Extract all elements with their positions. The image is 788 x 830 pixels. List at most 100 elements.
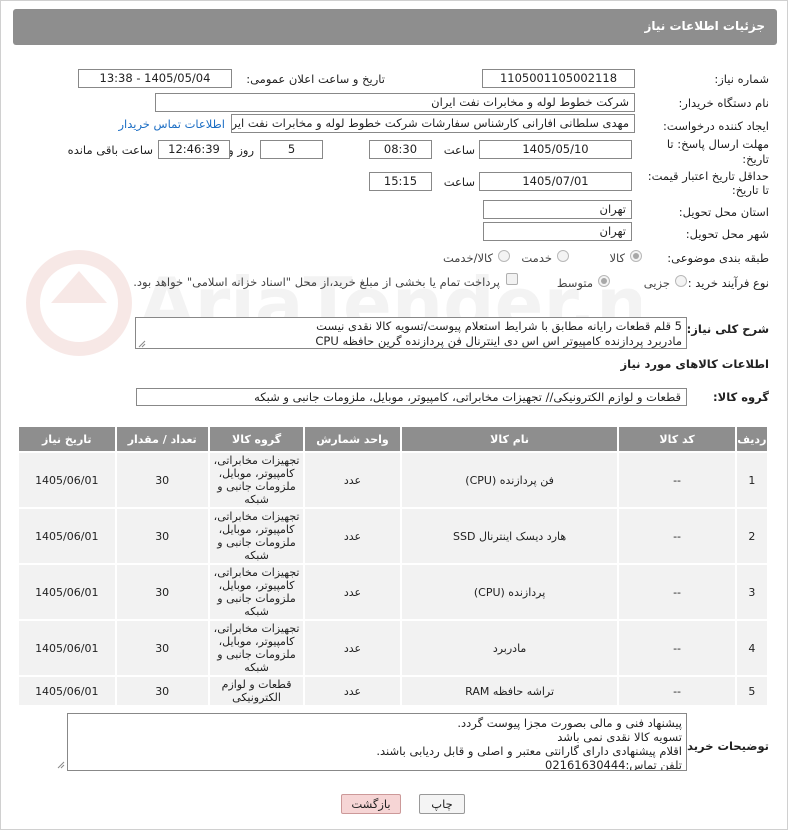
province-field: تهران xyxy=(483,200,632,219)
cell-date: 1405/06/01 xyxy=(17,563,117,621)
cell-date: 1405/06/01 xyxy=(17,507,117,565)
process-minor-text: جزیی xyxy=(643,276,670,290)
remaining-time-label: ساعت باقی مانده xyxy=(67,143,153,157)
cell-qty: 30 xyxy=(114,507,210,565)
cell-index: 3 xyxy=(734,563,770,621)
category-service-text: خدمت xyxy=(521,251,552,265)
description-box[interactable]: 5 قلم قطعات رایانه مطابق با شرایط استعلا… xyxy=(135,317,687,349)
goods-group-label: گروه کالا: xyxy=(713,390,769,404)
cell-date: 1405/06/01 xyxy=(17,675,117,707)
send-time-field: 08:30 xyxy=(369,140,432,159)
notes-resize-grip-icon[interactable] xyxy=(57,761,65,769)
cell-qty: 30 xyxy=(114,563,210,621)
cell-unit: عدد xyxy=(303,619,402,677)
category-label: طبقه بندی موضوعی: xyxy=(667,251,769,265)
col-header-unit: واحد شمارش xyxy=(303,425,402,453)
buyer-org-field: شرکت خطوط لوله و مخابرات نفت ایران xyxy=(155,93,635,112)
buyer-org-label: نام دستگاه خریدار: xyxy=(678,96,769,110)
days-field: 5 xyxy=(260,140,323,159)
category-goods-radio[interactable] xyxy=(630,250,642,262)
cell-group: تجهیزات مخابراتی، کامپیوتر، موبایل، ملزو… xyxy=(207,507,306,565)
page-title: جزئیات اطلاعات نیاز xyxy=(644,19,765,33)
cell-index: 1 xyxy=(734,451,770,509)
col-header-code: کد کالا xyxy=(617,425,737,453)
cell-name: هارد دیسک اینترنال SSD xyxy=(399,507,620,565)
remaining-time-field: 12:46:39 xyxy=(158,140,230,159)
buyer-notes-line-1: پیشنهاد فنی و مالی بصورت مجزا پیوست گردد… xyxy=(457,716,682,730)
page-frame: جزئیات اطلاعات نیاز AriaTender.net شماره… xyxy=(0,0,788,830)
cell-group: قطعات و لوازم الکترونیکی xyxy=(207,675,306,707)
goods-info-title: اطلاعات کالاهای مورد نیاز xyxy=(620,357,769,371)
description-line-2: مادربرد پردازنده کامپیوتر اس اس دی اینتر… xyxy=(315,334,682,348)
back-button[interactable]: بازگشت xyxy=(341,794,401,814)
cell-name: تراشه حافظه RAM xyxy=(399,675,620,707)
table-header-row: ردیف کد کالا نام کالا واحد شمارش گروه کا… xyxy=(17,425,770,453)
goods-group-field: قطعات و لوازم الکترونیکی// تجهیزات مخابر… xyxy=(136,388,687,406)
table-row[interactable]: 2 -- هارد دیسک اینترنال SSD عدد تجهیزات … xyxy=(17,507,770,565)
cell-qty: 30 xyxy=(114,675,210,707)
price-time-field: 15:15 xyxy=(369,172,432,191)
cell-code: -- xyxy=(617,675,737,707)
price-time-label: ساعت xyxy=(443,175,475,189)
announce-label: تاریخ و ساعت اعلان عمومی: xyxy=(246,72,385,86)
province-label: استان محل تحویل: xyxy=(678,205,769,219)
resize-grip-icon[interactable] xyxy=(138,340,146,348)
header-bar: جزئیات اطلاعات نیاز xyxy=(13,9,777,45)
creator-label: ایجاد کننده درخواست: xyxy=(663,119,769,133)
cell-group: تجهیزات مخابراتی، کامپیوتر، موبایل، ملزو… xyxy=(207,451,306,509)
description-line-1: 5 قلم قطعات رایانه مطابق با شرایط استعلا… xyxy=(316,319,682,333)
cell-qty: 30 xyxy=(114,451,210,509)
cell-code: -- xyxy=(617,451,737,509)
cell-date: 1405/06/01 xyxy=(17,619,117,677)
process-medium-radio[interactable] xyxy=(598,275,610,287)
send-deadline-label-2: تاریخ: xyxy=(742,152,769,166)
price-date-field: 1405/07/01 xyxy=(479,172,632,191)
category-both-radio[interactable] xyxy=(498,250,510,262)
price-deadline-label-2: تا تاریخ: xyxy=(731,183,769,197)
cell-name: مادربرد xyxy=(399,619,620,677)
buyer-contact-link[interactable]: اطلاعات تماس خریدار xyxy=(118,117,225,131)
table-row[interactable]: 3 -- پردازنده (CPU) عدد تجهیزات مخابراتی… xyxy=(17,563,770,621)
process-minor-radio[interactable] xyxy=(675,275,687,287)
cell-date: 1405/06/01 xyxy=(17,451,117,509)
treasury-payment-text: پرداخت تمام یا بخشی از مبلغ خرید،از محل … xyxy=(133,275,500,289)
table-row[interactable]: 5 -- تراشه حافظه RAM عدد قطعات و لوازم ا… xyxy=(17,675,770,707)
cell-unit: عدد xyxy=(303,563,402,621)
cell-unit: عدد xyxy=(303,507,402,565)
category-goods-text: کالا xyxy=(609,251,625,265)
col-header-qty: تعداد / مقدار xyxy=(114,425,210,453)
category-service-radio[interactable] xyxy=(557,250,569,262)
treasury-payment-checkbox[interactable] xyxy=(506,273,518,285)
cell-name: پردازنده (CPU) xyxy=(399,563,620,621)
buyer-notes-line-4: تلفن تماس:02161630444 xyxy=(545,758,682,771)
city-field: تهران xyxy=(483,222,632,241)
col-header-index: ردیف xyxy=(734,425,770,453)
print-button[interactable]: چاپ xyxy=(419,794,465,814)
cell-code: -- xyxy=(617,619,737,677)
col-header-date: تاریخ نیاز xyxy=(17,425,117,453)
table-row[interactable]: 4 -- مادربرد عدد تجهیزات مخابراتی، کامپی… xyxy=(17,619,770,677)
price-deadline-label: حداقل تاریخ اعتبار قیمت: xyxy=(647,169,769,183)
process-medium-text: متوسط xyxy=(556,276,593,290)
process-label: نوع فرآیند خرید : xyxy=(687,276,769,290)
cell-name: فن پردازنده (CPU) xyxy=(399,451,620,509)
days-label: روز و xyxy=(228,143,254,157)
send-time-label: ساعت xyxy=(443,143,475,157)
send-date-field: 1405/05/10 xyxy=(479,140,632,159)
cell-index: 2 xyxy=(734,507,770,565)
table-row[interactable]: 1 -- فن پردازنده (CPU) عدد تجهیزات مخابر… xyxy=(17,451,770,509)
category-both-text: کالا/خدمت xyxy=(442,251,493,265)
need-number-label: شماره نیاز: xyxy=(714,72,769,86)
cell-qty: 30 xyxy=(114,619,210,677)
cell-unit: عدد xyxy=(303,451,402,509)
goods-table: ردیف کد کالا نام کالا واحد شمارش گروه کا… xyxy=(17,425,770,707)
need-number-field: 1105001105002118 xyxy=(482,69,635,88)
announce-field: 1405/05/04 - 13:38 xyxy=(78,69,232,88)
cell-code: -- xyxy=(617,507,737,565)
city-label: شهر محل تحویل: xyxy=(685,227,769,241)
cell-code: -- xyxy=(617,563,737,621)
buyer-notes-box[interactable]: پیشنهاد فنی و مالی بصورت مجزا پیوست گردد… xyxy=(67,713,687,771)
cell-group: تجهیزات مخابراتی، کامپیوتر، موبایل، ملزو… xyxy=(207,563,306,621)
cell-unit: عدد xyxy=(303,675,402,707)
buyer-notes-line-3: اقلام پیشنهادی دارای گارانتی معتبر و اصل… xyxy=(376,744,682,758)
